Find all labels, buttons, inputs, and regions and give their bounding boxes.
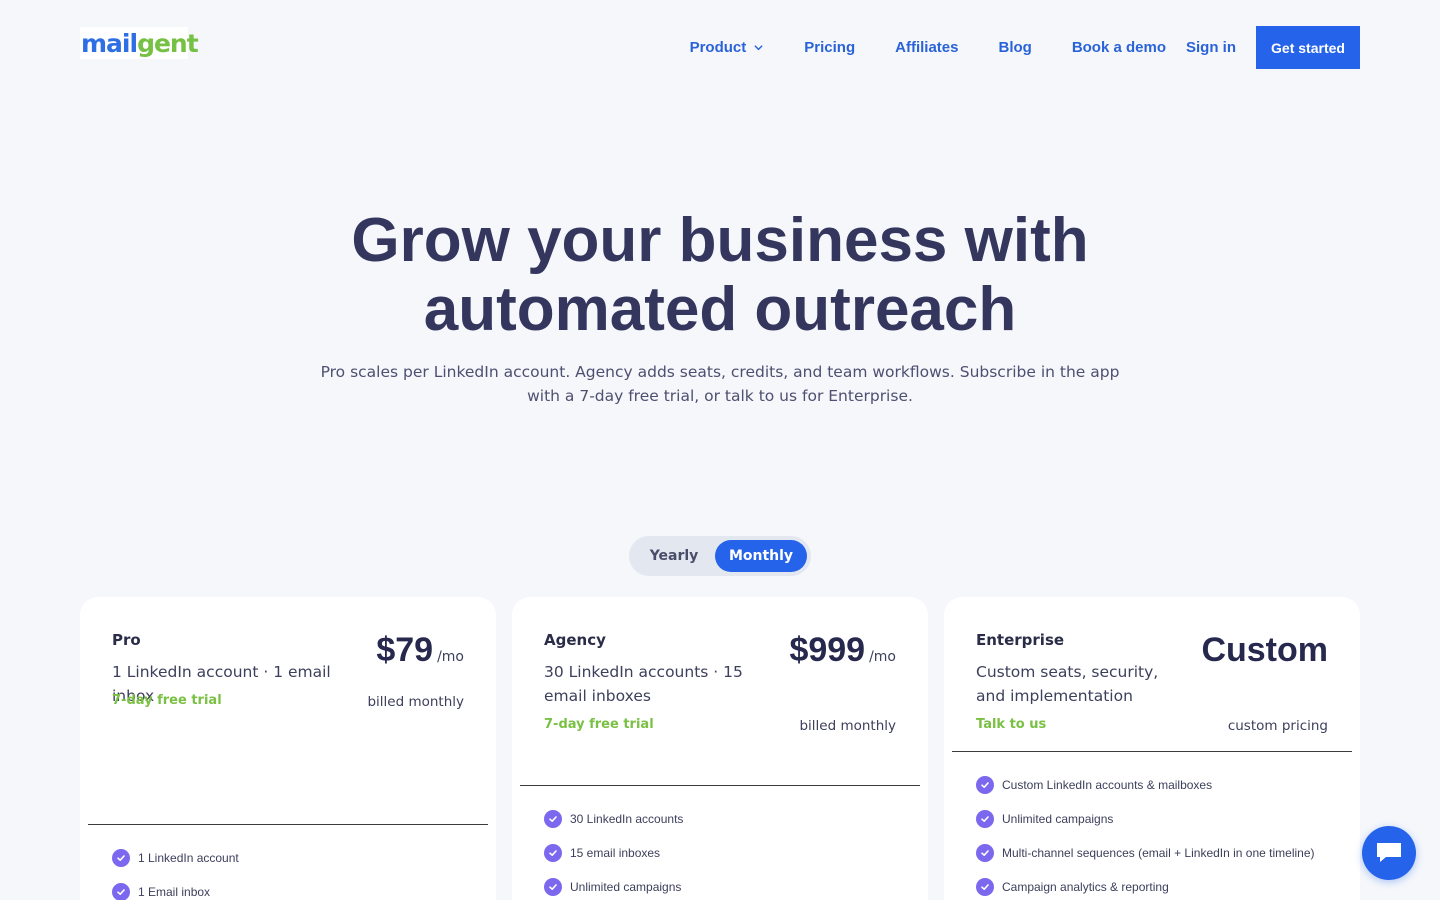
plan-divider xyxy=(88,824,488,825)
logo-text-mail: mail xyxy=(81,28,138,58)
get-started-button[interactable]: Get started xyxy=(1256,26,1360,69)
feature-label: 1 Email inbox xyxy=(138,885,211,899)
plan-description: Custom seats, security, and implementati… xyxy=(976,663,1159,705)
plan-billing: billed monthly xyxy=(367,694,464,710)
mailgent-logo[interactable]: mail gent xyxy=(80,27,199,59)
feature-item: Campaign analytics & reporting xyxy=(976,870,1315,900)
feature-item: 15 email inboxes xyxy=(544,836,683,870)
check-circle-icon xyxy=(544,810,562,828)
feature-label: Campaign analytics & reporting xyxy=(1002,880,1169,894)
feature-item: Multi-channel sequences (email + LinkedI… xyxy=(976,836,1315,870)
site-header: mail gent Product Pricing Affiliates Blog… xyxy=(0,0,1440,94)
plan-price: $999 /mo xyxy=(789,631,896,670)
chevron-down-icon xyxy=(754,45,763,51)
feature-item: 1 Email inbox xyxy=(112,875,239,900)
plan-trial-note: 7-day free trial xyxy=(112,693,222,708)
plan-card-agency: Agency 30 LinkedIn accounts · 15 email i… xyxy=(512,597,928,900)
plan-name: Agency xyxy=(544,631,606,649)
plan-price: Custom xyxy=(1201,631,1328,670)
check-circle-icon xyxy=(544,878,562,896)
plan-features: Custom LinkedIn accounts & mailboxes Unl… xyxy=(976,768,1315,900)
feature-label: 15 email inboxes xyxy=(570,846,661,860)
plan-price-period: /mo xyxy=(437,649,464,665)
logo-text-gent: gent xyxy=(137,28,199,58)
chat-widget-button[interactable] xyxy=(1362,826,1416,880)
feature-item: Custom LinkedIn accounts & mailboxes xyxy=(976,768,1315,802)
feature-label: Multi-channel sequences (email + LinkedI… xyxy=(1002,846,1315,860)
plan-price-amount: Custom xyxy=(1201,631,1328,669)
plan-features: 1 LinkedIn account 1 Email inbox xyxy=(112,841,239,900)
hero-title-line1: Grow your business with xyxy=(351,206,1089,275)
nav-product-label: Product xyxy=(689,39,747,56)
plan-price-amount: $999 xyxy=(789,631,866,669)
check-circle-icon xyxy=(112,883,130,900)
check-circle-icon xyxy=(976,844,994,862)
plan-name: Enterprise xyxy=(976,631,1065,649)
plan-trial-note: 7-day free trial xyxy=(544,717,654,732)
nav-pricing[interactable]: Pricing xyxy=(804,39,855,56)
main-nav: Product Pricing Affiliates Blog Book a d… xyxy=(690,26,1360,69)
plan-price: $79 /mo xyxy=(376,631,464,670)
toggle-monthly[interactable]: Monthly xyxy=(715,540,807,572)
plan-price-period: /mo xyxy=(869,649,896,665)
plan-divider xyxy=(520,785,920,786)
plan-features: 30 LinkedIn accounts 15 email inboxes Un… xyxy=(544,802,683,900)
feature-item: 1 LinkedIn account xyxy=(112,841,239,875)
plan-card-enterprise: Enterprise Custom seats, security, and i… xyxy=(944,597,1360,900)
check-circle-icon xyxy=(976,776,994,794)
hero-title-line2: automated outreach xyxy=(423,275,1017,344)
check-circle-icon xyxy=(544,844,562,862)
billing-toggle: Yearly Monthly xyxy=(629,536,811,576)
toggle-yearly[interactable]: Yearly xyxy=(633,540,715,572)
plan-name: Pro xyxy=(112,631,141,649)
feature-label: 30 LinkedIn accounts xyxy=(570,812,684,826)
feature-item: 30 LinkedIn accounts xyxy=(544,802,683,836)
nav-book-demo[interactable]: Book a demo xyxy=(1072,39,1166,56)
check-circle-icon xyxy=(976,810,994,828)
feature-label: 1 LinkedIn account xyxy=(138,851,239,865)
plan-billing: billed monthly xyxy=(799,718,896,734)
plan-card-pro: Pro 1 LinkedIn account · 1 email inbox 7… xyxy=(80,597,496,900)
plan-description: 30 LinkedIn accounts · 15 email inboxes xyxy=(544,663,743,705)
nav-blog[interactable]: Blog xyxy=(998,39,1031,56)
feature-label: Custom LinkedIn accounts & mailboxes xyxy=(1002,778,1213,792)
feature-item: Unlimited campaigns xyxy=(976,802,1315,836)
hero-subtitle-line1: Pro scales per LinkedIn account. Agency … xyxy=(320,363,1120,381)
chat-icon xyxy=(1377,843,1401,862)
nav-product[interactable]: Product xyxy=(690,39,765,56)
feature-item: Unlimited campaigns xyxy=(544,870,683,900)
hero-title: Grow your business with automated outrea… xyxy=(220,206,1220,344)
check-circle-icon xyxy=(976,878,994,896)
feature-label: Unlimited campaigns xyxy=(1002,812,1114,826)
plan-divider xyxy=(952,751,1352,752)
plan-price-amount: $79 xyxy=(376,631,434,669)
nav-affiliates[interactable]: Affiliates xyxy=(895,39,958,56)
hero-subtitle-line2: with a 7-day free trial, or talk to us f… xyxy=(527,387,913,405)
nav-sign-in[interactable]: Sign in xyxy=(1186,39,1236,56)
feature-label: Unlimited campaigns xyxy=(570,880,682,894)
check-circle-icon xyxy=(112,849,130,867)
plan-billing: custom pricing xyxy=(1227,718,1328,734)
plan-contact-note[interactable]: Talk to us xyxy=(976,717,1046,732)
hero-subtitle: Pro scales per LinkedIn account. Agency … xyxy=(320,360,1120,408)
